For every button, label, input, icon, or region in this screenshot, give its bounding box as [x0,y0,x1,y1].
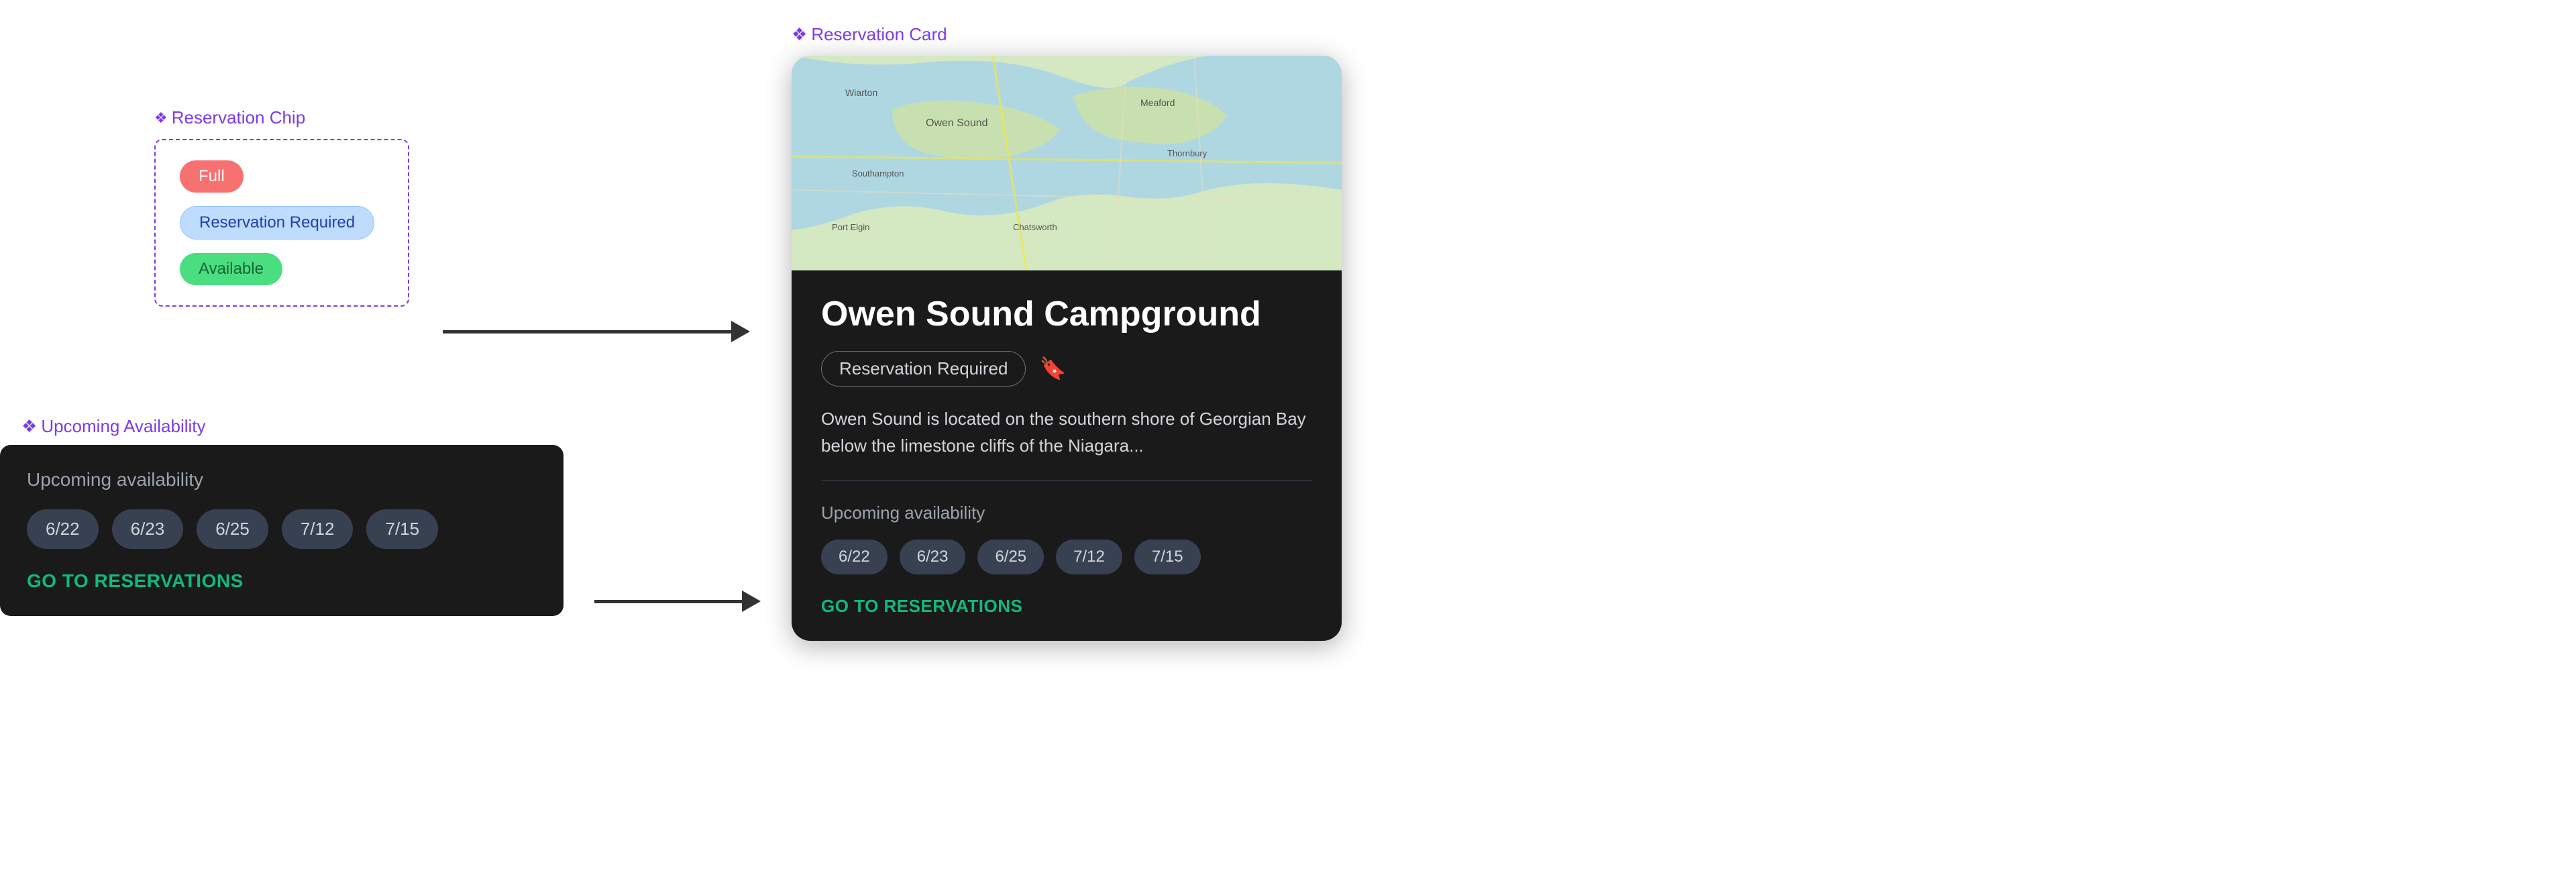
availability-label: ❖ Upcoming Availability [0,416,564,437]
arrow-head-1 [731,321,750,342]
diamond-icon-card: ❖ [792,24,807,45]
card-body: Owen Sound Campground Reservation Requir… [792,270,1342,641]
chip-available[interactable]: Available [180,253,282,285]
card-avail-title: Upcoming availability [821,503,1312,523]
svg-text:Chatsworth: Chatsworth [1013,222,1057,232]
svg-text:Port Elgin: Port Elgin [832,222,869,232]
card-section-label: ❖ Reservation Card [792,24,1342,45]
date-chip-1[interactable]: 6/23 [112,509,184,549]
card-divider [821,480,1312,481]
arrow-head-2 [742,591,761,612]
avail-card-title: Upcoming availability [27,469,537,491]
bookmark-icon[interactable]: 🔖 [1039,356,1066,381]
arrow-chip-to-card [443,321,750,342]
card-date-chips-row: 6/22 6/23 6/25 7/12 7/15 [821,540,1312,574]
date-chip-0[interactable]: 6/22 [27,509,99,549]
card-map: Owen Sound Wiarton Meaford Southampton T… [792,56,1342,270]
svg-text:Owen Sound: Owen Sound [926,117,988,129]
reservation-card: Owen Sound Wiarton Meaford Southampton T… [792,56,1342,641]
card-description: Owen Sound is located on the southern sh… [821,405,1312,460]
date-chip-4[interactable]: 7/15 [366,509,438,549]
chip-full[interactable]: Full [180,160,244,193]
svg-text:Thornbury: Thornbury [1167,148,1208,158]
availability-section: ❖ Upcoming Availability Upcoming availab… [0,416,564,616]
arrow-line-2 [594,600,742,603]
card-date-chip-3[interactable]: 7/12 [1056,540,1122,574]
svg-text:Wiarton: Wiarton [845,87,877,98]
arrow-line-1 [443,330,731,334]
card-date-chip-0[interactable]: 6/22 [821,540,888,574]
chip-section: ❖ Reservation Chip Full Reservation Requ… [154,107,409,307]
svg-text:Meaford: Meaford [1140,97,1175,108]
card-chips-row: Reservation Required 🔖 [821,351,1312,387]
availability-card: Upcoming availability 6/22 6/23 6/25 7/1… [0,445,564,616]
card-campground-name: Owen Sound Campground [821,295,1312,335]
arrow-avail-to-card [594,591,761,612]
chip-box: Full Reservation Required Available [154,139,409,307]
reservation-card-section: ❖ Reservation Card Owen Sound W [792,24,1342,641]
card-go-reservations-button[interactable]: GO TO RESERVATIONS [821,596,1312,617]
card-date-chip-4[interactable]: 7/15 [1134,540,1201,574]
go-reservations-button[interactable]: GO TO RESERVATIONS [27,570,537,592]
map-svg: Owen Sound Wiarton Meaford Southampton T… [792,56,1342,270]
card-reservation-chip[interactable]: Reservation Required [821,351,1026,387]
card-date-chip-1[interactable]: 6/23 [900,540,966,574]
diamond-icon: ❖ [154,109,168,127]
date-chips-row: 6/22 6/23 6/25 7/12 7/15 [27,509,537,549]
svg-text:Southampton: Southampton [852,168,904,178]
chip-section-label: ❖ Reservation Chip [154,107,409,128]
diamond-icon-avail: ❖ [21,416,37,437]
date-chip-3[interactable]: 7/12 [282,509,354,549]
chip-reservation[interactable]: Reservation Required [180,206,374,240]
date-chip-2[interactable]: 6/25 [197,509,268,549]
card-date-chip-2[interactable]: 6/25 [977,540,1044,574]
